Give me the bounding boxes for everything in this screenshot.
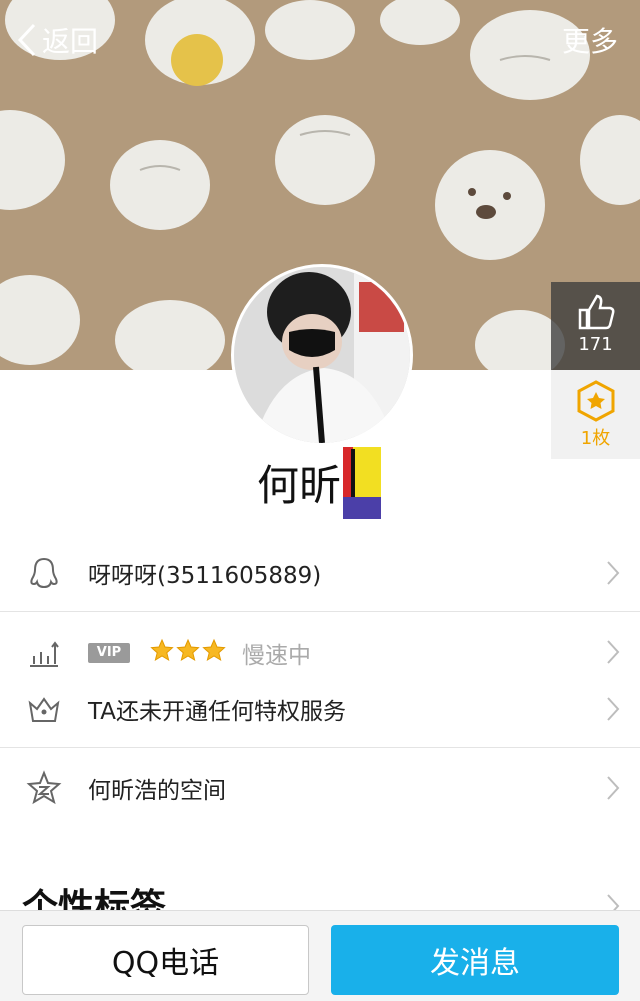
- star-icon: [150, 638, 174, 662]
- profile-name: 何昕: [256, 461, 341, 510]
- penguin-icon: [30, 557, 58, 589]
- qzone-space-row[interactable]: 何昕浩的空间: [0, 751, 640, 825]
- star-icon: [176, 638, 200, 662]
- like-button[interactable]: 171: [551, 282, 640, 370]
- privilege-text: TA还未开通任何特权服务: [88, 699, 346, 725]
- level-stars: [150, 638, 226, 662]
- redaction-mark: [341, 446, 383, 519]
- chevron-right-icon: [607, 640, 620, 664]
- send-message-button[interactable]: 发消息: [331, 925, 619, 995]
- qq-account-text: 呀呀呀(3511605889): [88, 563, 322, 589]
- star-icon: [202, 638, 226, 662]
- more-button[interactable]: 更多: [562, 20, 618, 60]
- bottom-action-bar: QQ电话 发消息: [0, 910, 640, 1001]
- chevron-right-icon: [607, 697, 620, 721]
- privilege-row[interactable]: TA还未开通任何特权服务: [0, 672, 640, 746]
- chevron-right-icon: [607, 776, 620, 800]
- qq-account-row[interactable]: 呀呀呀(3511605889): [0, 536, 640, 610]
- divider: [0, 747, 640, 748]
- profile-name-row: 何昕: [0, 446, 640, 519]
- crown-icon: [28, 697, 60, 722]
- avatar[interactable]: [231, 264, 413, 446]
- vip-badge: VIP: [88, 643, 130, 663]
- like-count: 171: [578, 334, 613, 355]
- thumbs-up-icon: [578, 294, 614, 330]
- qzone-space-text: 何昕浩的空间: [88, 778, 226, 804]
- divider: [0, 611, 640, 612]
- back-button[interactable]: 返回: [16, 20, 98, 60]
- qzone-star-icon: [26, 770, 62, 805]
- chevron-right-icon: [607, 561, 620, 585]
- level-chart-icon: [30, 641, 59, 667]
- badge-button[interactable]: 1枚: [551, 370, 640, 459]
- star-hexagon-icon: [577, 380, 614, 422]
- badge-count: 1枚: [580, 428, 611, 449]
- chevron-left-icon: [17, 23, 36, 57]
- qq-call-button[interactable]: QQ电话: [22, 925, 309, 995]
- back-label: 返回: [42, 25, 99, 58]
- vip-speed-status: 慢速中: [242, 643, 311, 669]
